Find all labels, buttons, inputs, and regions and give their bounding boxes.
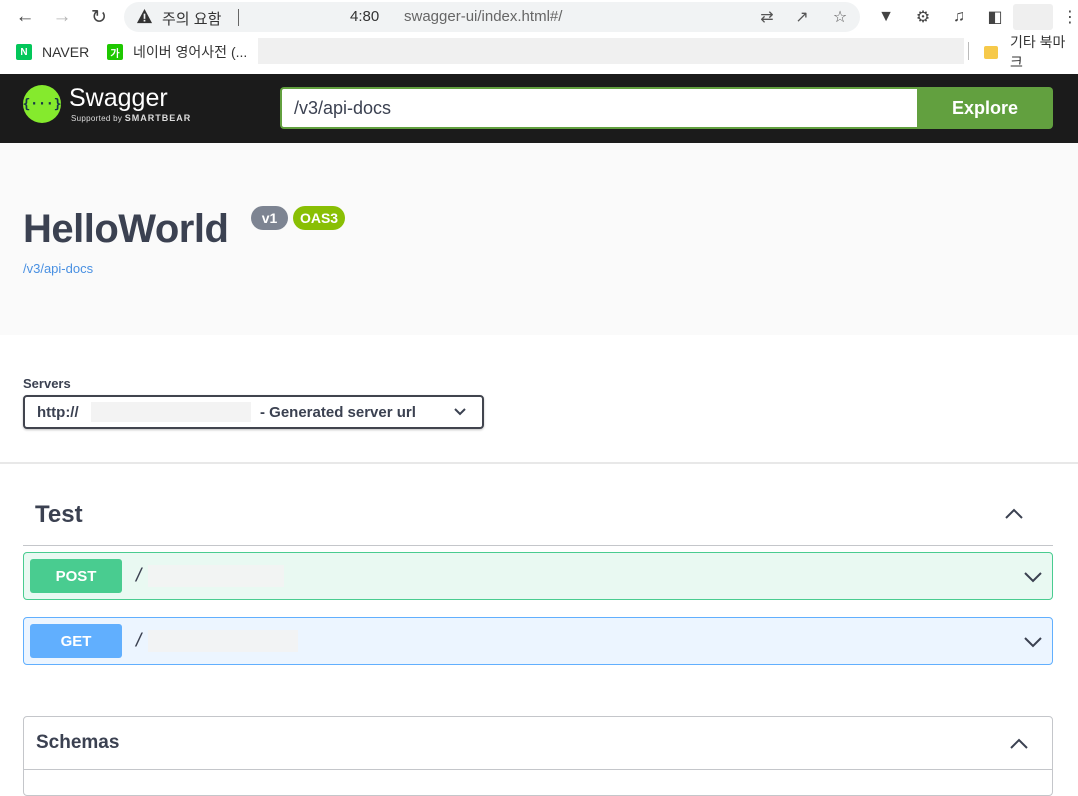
media-control-icon[interactable]: ♫: [947, 5, 971, 29]
method-badge-post[interactable]: POST: [30, 559, 122, 593]
tag-header-test[interactable]: Test: [23, 497, 1053, 546]
extension-v-icon[interactable]: ▼: [874, 5, 898, 29]
servers-select[interactable]: http:// - Generated server url: [23, 395, 484, 429]
redacted-server-host: [91, 402, 251, 422]
swagger-topbar: {···} Swagger Supported by SMARTBEAR /v3…: [0, 74, 1078, 143]
chevron-down-icon: [454, 408, 466, 416]
schemas-section: Schemas: [23, 716, 1053, 796]
section-divider: [0, 462, 1078, 464]
swagger-logo[interactable]: {···} Swagger Supported by SMARTBEAR: [22, 85, 191, 123]
tag-name[interactable]: Test: [35, 501, 83, 529]
chevron-down-icon[interactable]: [1022, 566, 1044, 588]
bookmark-naver-dictionary[interactable]: 가 네이버 영어사전 (...: [107, 42, 247, 62]
reload-icon[interactable]: ↻: [86, 4, 112, 30]
chevron-up-icon[interactable]: [1003, 503, 1025, 525]
warning-icon[interactable]: [136, 8, 153, 25]
extensions-puzzle-icon[interactable]: ⚙: [911, 5, 935, 29]
forward-icon[interactable]: →: [49, 4, 75, 30]
spec-version-badge: OAS3: [293, 206, 345, 230]
bookmark-label: 네이버 영어사전 (...: [133, 44, 248, 60]
operation-get[interactable]: GET /: [23, 617, 1053, 665]
bookmark-label: 기타 북마크: [1009, 34, 1066, 70]
operation-post[interactable]: POST /: [23, 552, 1053, 600]
server-description: - Generated server url: [260, 404, 416, 421]
security-warning-text[interactable]: 주의 요함: [162, 8, 221, 29]
bookmark-divider: [968, 42, 969, 60]
share-icon[interactable]: ↗: [791, 6, 813, 28]
logo-company-text: SMARTBEAR: [124, 113, 192, 123]
translate-icon[interactable]: ⇄: [756, 6, 778, 28]
swagger-logo-icon: {···}: [22, 85, 62, 123]
version-badge: v1: [251, 206, 288, 230]
chevron-up-icon[interactable]: [1008, 733, 1030, 755]
server-url-scheme: http://: [37, 404, 79, 421]
redacted-path: [148, 565, 284, 587]
method-badge-get[interactable]: GET: [30, 624, 122, 658]
swagger-logo-text: Swagger Supported by SMARTBEAR: [69, 85, 191, 123]
menu-kebab-icon[interactable]: ⋮: [1058, 5, 1078, 29]
address-port: 4:80: [350, 8, 380, 25]
bookmark-other[interactable]: 기타 북마크: [984, 34, 1078, 70]
logo-supported-text: Supported by: [71, 114, 123, 123]
address-bar[interactable]: 주의 요함 4:80 swagger-ui/index.html#/ ⇄ ↗ ☆: [124, 2, 860, 32]
browser-toolbar: ← → ↻ 주의 요함 4:80 swagger-ui/index.html#/…: [0, 0, 1078, 36]
explore-button[interactable]: Explore: [917, 87, 1053, 129]
schemas-title[interactable]: Schemas: [36, 732, 119, 754]
bookmark-label: NAVER: [42, 44, 90, 60]
operation-path[interactable]: /: [134, 565, 144, 585]
dictionary-favicon-icon: 가: [107, 44, 123, 60]
logo-subtitle: Supported by SMARTBEAR: [71, 113, 191, 123]
redacted-bookmarks: [258, 38, 964, 64]
schemas-header[interactable]: Schemas: [24, 717, 1052, 770]
api-info-section: HelloWorld v1 OAS3 /v3/api-docs: [0, 143, 1078, 335]
side-panel-icon[interactable]: ◧: [983, 5, 1007, 29]
bookmark-naver[interactable]: N NAVER: [16, 42, 89, 62]
chevron-down-icon[interactable]: [1022, 631, 1044, 653]
servers-label: Servers: [23, 376, 71, 391]
back-icon[interactable]: ←: [12, 4, 38, 30]
address-separator: [238, 9, 239, 26]
spec-link[interactable]: /v3/api-docs: [23, 261, 93, 276]
address-path: swagger-ui/index.html#/: [404, 8, 563, 25]
profile-avatar[interactable]: [1013, 4, 1053, 30]
logo-title: Swagger: [69, 84, 168, 112]
naver-favicon-icon: N: [16, 44, 32, 60]
redacted-path: [148, 630, 298, 652]
spec-url-input[interactable]: /v3/api-docs: [280, 87, 918, 129]
folder-icon: [984, 45, 998, 59]
operation-path[interactable]: /: [134, 630, 144, 650]
bookmark-star-icon[interactable]: ☆: [829, 6, 851, 28]
api-title: HelloWorld: [23, 207, 229, 251]
